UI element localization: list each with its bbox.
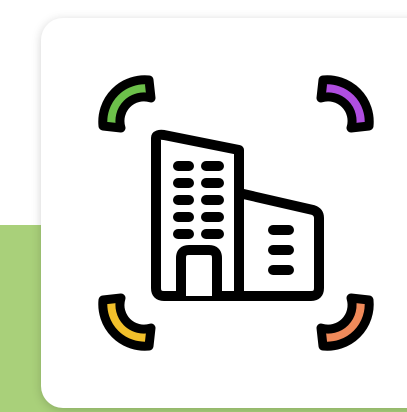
app-icon-tile <box>0 0 407 412</box>
corner-bottom-left <box>98 293 156 351</box>
corner-bottom-right <box>316 293 374 351</box>
corner-top-right <box>316 75 374 133</box>
building-scan-icon <box>41 18 407 408</box>
corner-top-left <box>98 75 156 133</box>
